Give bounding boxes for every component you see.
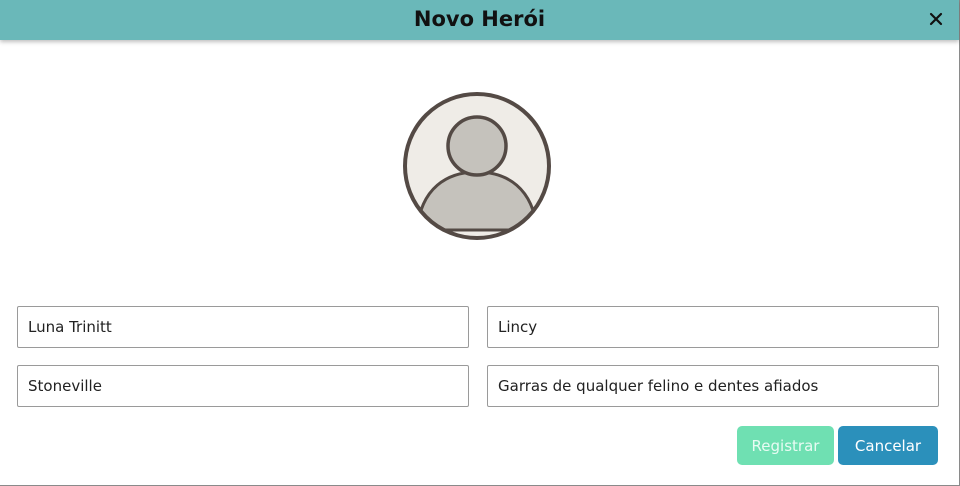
dialog-header: Novo Herói bbox=[0, 0, 959, 40]
hero-alias-field[interactable] bbox=[487, 306, 939, 348]
new-hero-dialog: Novo Herói Registrar Cancelar bbox=[0, 0, 960, 486]
hero-city-field[interactable] bbox=[17, 365, 469, 407]
hero-power-field[interactable] bbox=[487, 365, 939, 407]
hero-name-field[interactable] bbox=[17, 306, 469, 348]
register-button[interactable]: Registrar bbox=[737, 426, 834, 465]
dialog-title: Novo Herói bbox=[413, 7, 546, 31]
user-avatar-icon bbox=[403, 92, 551, 240]
close-icon[interactable] bbox=[927, 10, 945, 28]
cancel-button[interactable]: Cancelar bbox=[838, 426, 938, 465]
